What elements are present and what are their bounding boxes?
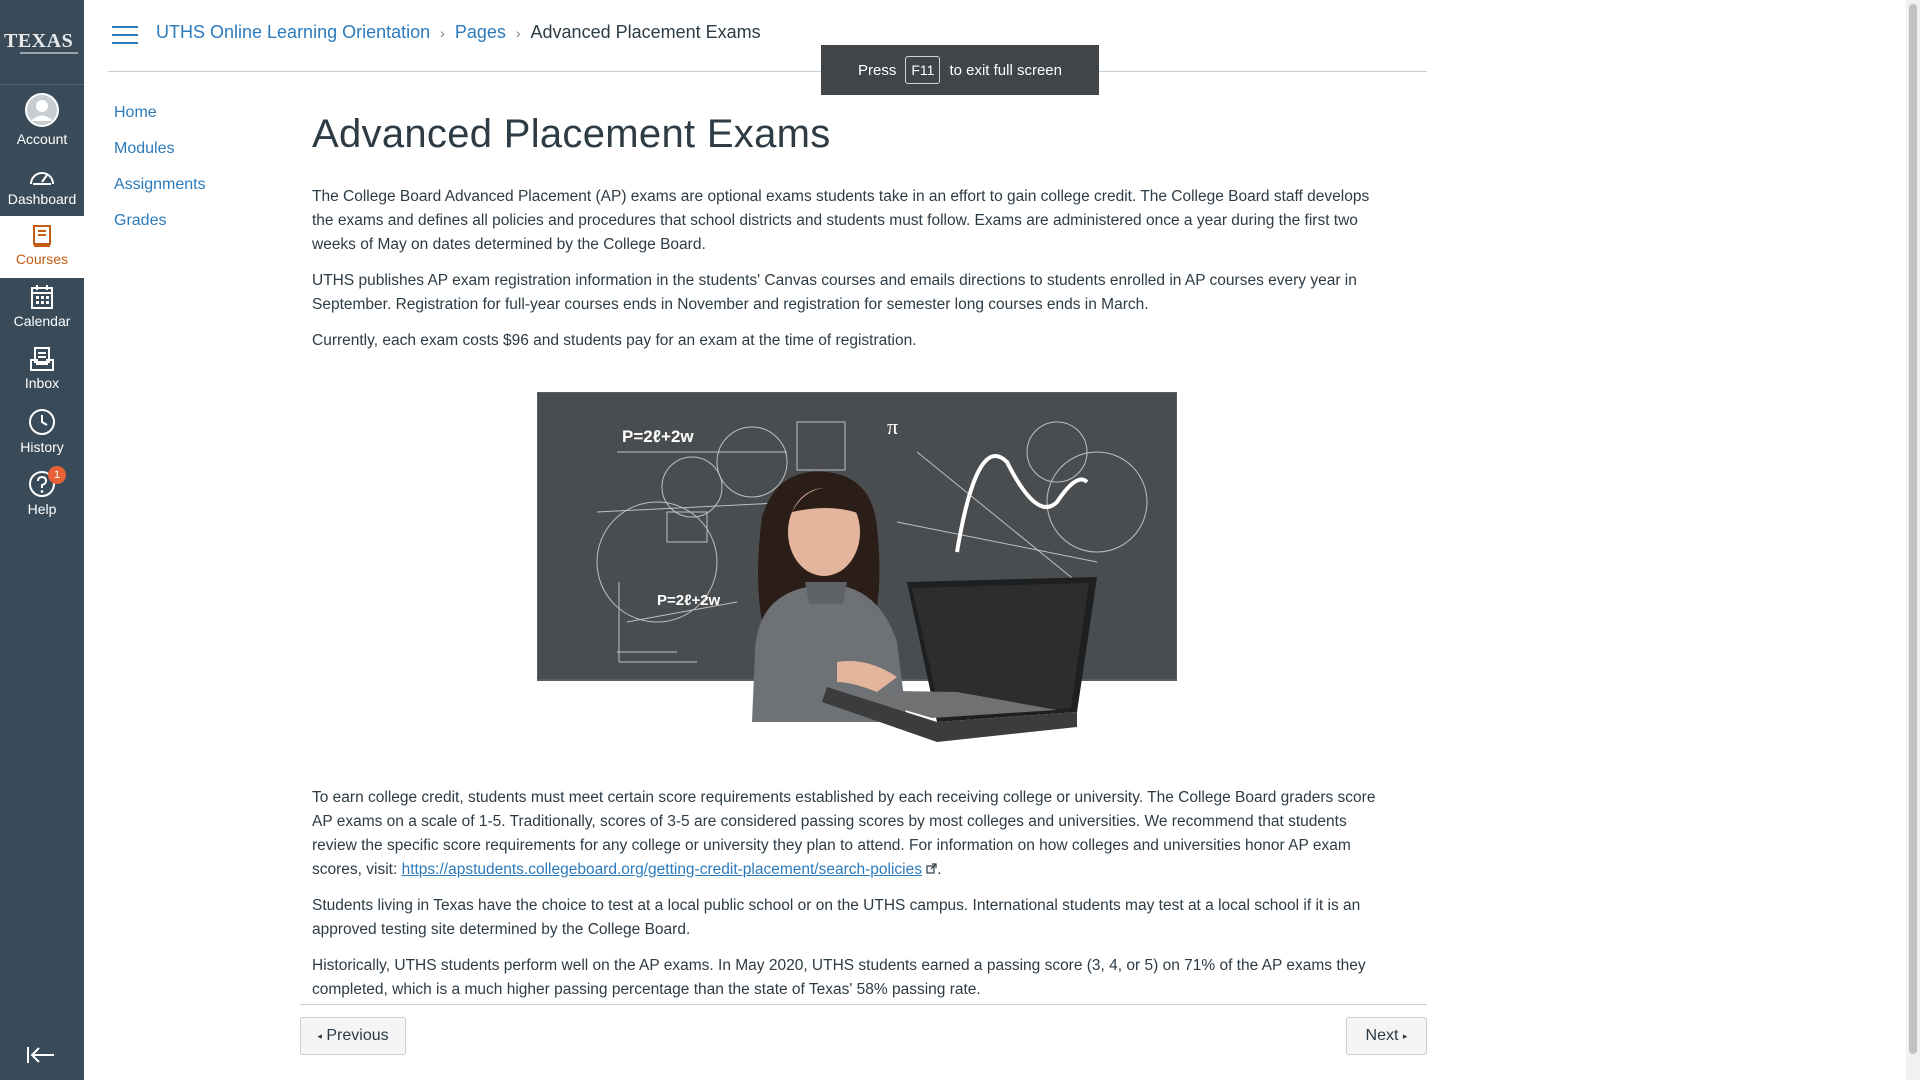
paragraph-cost: Currently, each exam costs $96 and stude… <box>312 332 917 349</box>
caret-right-icon: ▸ <box>1402 1031 1408 1041</box>
help-notification-badge: 1 <box>48 466 66 484</box>
next-label: Next <box>1365 1027 1399 1045</box>
inbox-icon <box>30 347 54 371</box>
course-nav-assignments[interactable]: Assignments <box>114 172 206 208</box>
history-icon <box>29 409 55 435</box>
hamburger-bar <box>112 42 138 44</box>
previous-button[interactable]: ◂ Previous <box>300 1017 406 1055</box>
nav-help-label: Help <box>27 501 57 517</box>
paragraph-credit: To earn college credit, students must me… <box>312 786 1392 882</box>
student-laptop-chalkboard-image: P=2ℓ+2w P=2ℓ+2w π <box>537 392 1177 742</box>
paragraph-registration: UTHS publishes AP exam registration info… <box>312 272 1357 313</box>
breadcrumb-separator-icon: › <box>440 25 445 41</box>
account-icon <box>25 93 59 127</box>
hamburger-bar <box>112 34 138 36</box>
breadcrumb: UTHS Online Learning Orientation › Pages › A… <box>156 22 761 43</box>
chalk-pi: π <box>887 414 898 439</box>
header-divider <box>108 71 1427 72</box>
nav-dashboard-label: Dashboard <box>7 191 77 207</box>
logo-underline <box>20 52 78 54</box>
courses-icon <box>33 225 51 247</box>
scrollbar-thumb[interactable] <box>1909 4 1917 1054</box>
collapse-nav-button[interactable] <box>26 1045 58 1065</box>
texas-logo[interactable]: TEXAS <box>0 0 84 85</box>
nav-account[interactable]: Account <box>0 92 84 152</box>
hamburger-bar <box>112 26 138 28</box>
breadcrumb-pages[interactable]: Pages <box>455 22 506 42</box>
calendar-icon <box>31 285 53 309</box>
caret-left-icon: ◂ <box>317 1031 322 1041</box>
course-nav-modules[interactable]: Modules <box>114 136 206 172</box>
course-menu-toggle[interactable] <box>112 26 138 46</box>
next-button[interactable]: Next ▸ <box>1346 1017 1427 1055</box>
dashboard-icon <box>30 172 54 185</box>
page-scrollbar[interactable] <box>1906 0 1920 1080</box>
course-navigation: Home Modules Assignments Grades <box>114 100 206 244</box>
nav-courses-label: Courses <box>15 251 69 267</box>
nav-account-label: Account <box>16 131 68 147</box>
nav-courses[interactable]: Courses <box>0 216 84 278</box>
external-link-icon <box>926 863 937 874</box>
nav-history-label: History <box>20 439 64 455</box>
chalk-formula-bottom: P=2ℓ+2w <box>657 592 721 609</box>
course-nav-home[interactable]: Home <box>114 100 206 136</box>
fullscreen-key: F11 <box>905 56 941 84</box>
nav-inbox[interactable]: Inbox <box>0 346 84 406</box>
paragraph-intro: The College Board Advanced Placement (AP… <box>312 188 1370 253</box>
fullscreen-prefix: Press <box>858 61 897 79</box>
paragraph-credit-end: . <box>937 861 942 878</box>
paragraph-performance: Historically, UTHS students perform well… <box>312 957 1366 998</box>
course-nav-grades[interactable]: Grades <box>114 208 206 244</box>
nav-help[interactable]: Help <box>0 470 84 530</box>
breadcrumb-course[interactable]: UTHS Online Learning Orientation <box>156 22 430 42</box>
nav-calendar[interactable]: Calendar <box>0 284 84 344</box>
footer-divider <box>300 1004 1427 1005</box>
nav-history[interactable]: History <box>0 408 84 468</box>
fullscreen-suffix: to exit full screen <box>949 61 1062 79</box>
previous-label: Previous <box>326 1027 389 1045</box>
nav-calendar-label: Calendar <box>13 313 71 329</box>
paragraph-testing-location: Students living in Texas have the choice… <box>312 897 1361 938</box>
nav-inbox-label: Inbox <box>24 375 60 391</box>
page-title: Advanced Placement Exams <box>312 112 831 156</box>
fullscreen-notice: Press F11 to exit full screen <box>821 45 1099 95</box>
breadcrumb-separator-icon: › <box>515 25 521 41</box>
breadcrumb-current: Advanced Placement Exams <box>530 22 761 42</box>
chalk-formula-top: P=2ℓ+2w <box>622 427 694 446</box>
logo-text: TEXAS <box>4 30 74 52</box>
global-navigation: TEXAS Account Dashboard Courses Calendar… <box>0 0 84 1080</box>
collegeboard-policy-link[interactable]: https://apstudents.collegeboard.org/gett… <box>402 861 922 878</box>
collapse-nav-icon <box>27 1047 54 1063</box>
